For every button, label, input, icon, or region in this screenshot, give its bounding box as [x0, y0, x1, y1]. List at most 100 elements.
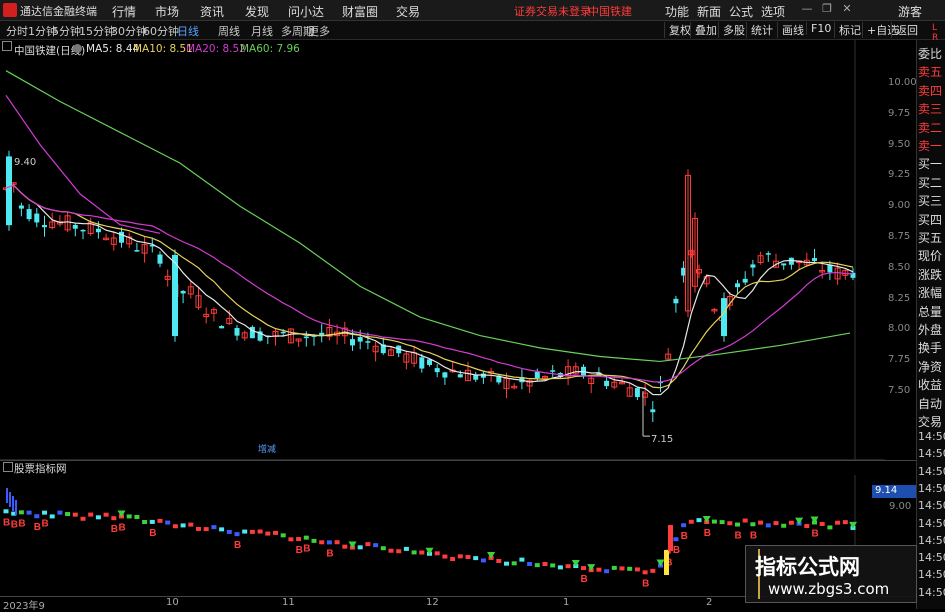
menu-wealth[interactable]: 财富圈 [342, 3, 378, 20]
period-tab-4[interactable]: 30分钟 [111, 23, 147, 39]
price-tick: 9.00 [888, 200, 911, 212]
maximize-icon[interactable]: ❐ [820, 2, 834, 16]
buy-marker: B [234, 540, 241, 551]
toolbar-button-1[interactable]: 叠加 [690, 22, 717, 38]
menu-function[interactable]: 功能 [665, 3, 689, 20]
sidebar-item-7[interactable]: 买二 [918, 174, 942, 191]
candle-body [365, 341, 371, 343]
login-notice[interactable]: 证券交易未登录 [514, 3, 591, 19]
sidebar-item-18[interactable]: 收益 [918, 376, 942, 393]
indicator-collapse-icon[interactable] [3, 462, 13, 472]
menu-options[interactable]: 选项 [761, 3, 785, 20]
toolbar-button-4[interactable]: 画线 [777, 22, 804, 38]
trade-time: 14:50 [918, 533, 945, 547]
indicator-bar [442, 554, 448, 559]
period-tab-2[interactable]: 5分钟 [52, 23, 81, 39]
sell-arrow-icon [571, 559, 580, 567]
menu-discover[interactable]: 发现 [245, 3, 269, 20]
ma10-line [5, 184, 854, 389]
sidebar-item-17[interactable]: 净资 [918, 358, 942, 375]
sidebar-item-8[interactable]: 买三 [918, 192, 942, 209]
indicator-bar [550, 563, 556, 568]
candlestick-chart[interactable] [0, 40, 885, 460]
period-tab-8[interactable]: 月线 [251, 23, 273, 39]
sidebar-item-16[interactable]: 换手 [918, 339, 942, 356]
trade-time: 14:50 [918, 551, 945, 565]
indicator-bar [634, 567, 640, 572]
sidebar-item-11[interactable]: 现价 [918, 247, 942, 264]
toolbar-button-2[interactable]: 多股 [718, 22, 745, 38]
candle-body [18, 205, 24, 209]
indicator-bar [126, 514, 132, 519]
toolbar-button-3[interactable]: 统计 [746, 22, 773, 38]
price-tick: 7.75 [888, 354, 911, 366]
indicator-bar [742, 518, 748, 523]
menu-news[interactable]: 资讯 [200, 3, 224, 20]
sidebar-item-12[interactable]: 涨跌 [918, 266, 942, 283]
event-marker[interactable]: 增减 [258, 442, 276, 455]
indicator-bar [473, 556, 479, 561]
settings-icon[interactable] [73, 44, 82, 53]
chart-collapse-icon[interactable] [2, 41, 12, 51]
indicator-bar [519, 557, 525, 562]
toolbar-button-6[interactable]: 标记 [834, 22, 861, 38]
indicator-tick: 9.00 [889, 501, 912, 512]
toolbar-button-5[interactable]: F10 [806, 22, 831, 35]
date-tick: 10 [166, 597, 179, 608]
guest-button[interactable]: 游客 [898, 3, 922, 20]
sidebar-item-4[interactable]: 卖二 [918, 119, 942, 136]
indicator-name[interactable]: 股票指标网 [14, 461, 67, 476]
menu-trade[interactable]: 交易 [396, 3, 420, 20]
sidebar-item-3[interactable]: 卖三 [918, 100, 942, 117]
menu-quotes[interactable]: 行情 [112, 3, 136, 20]
indicator-bar [219, 527, 225, 532]
date-tick: 11 [282, 597, 295, 608]
buy-marker: B [681, 531, 688, 542]
menu-ask[interactable]: 问小达 [288, 3, 324, 20]
close-icon[interactable]: ✕ [840, 2, 854, 16]
indicator-bar [781, 523, 787, 528]
toolbar-button-8[interactable]: 返回 [891, 22, 918, 38]
period-tab-6[interactable]: 日线 [177, 23, 199, 39]
sidebar-item-19[interactable]: 自动 [918, 395, 942, 412]
candle-body [812, 258, 817, 261]
period-tab-3[interactable]: 15分钟 [79, 23, 115, 39]
sidebar-item-5[interactable]: 卖一 [918, 137, 942, 154]
sidebar-scroll-label[interactable]: L [932, 23, 937, 33]
sidebar-item-15[interactable]: 外盘 [918, 321, 942, 338]
price-tick: 10.00 [888, 77, 917, 88]
indicator-bar [280, 533, 286, 538]
indicator-bar [388, 548, 394, 553]
sidebar-item-14[interactable]: 总量 [918, 303, 942, 320]
price-tick: 8.50 [888, 261, 911, 273]
menu-market[interactable]: 市场 [155, 3, 179, 20]
sidebar-item-0[interactable]: 委比 [918, 45, 942, 62]
sidebar-item-1[interactable]: 卖五 [918, 63, 942, 80]
buy-marker: B [326, 548, 333, 559]
period-tab-0[interactable]: 分时 [6, 23, 28, 39]
indicator-bar [142, 520, 148, 525]
candle-body [172, 254, 178, 337]
sidebar-item-10[interactable]: 买五 [918, 229, 942, 246]
indicator-bar [196, 526, 201, 531]
menu-new-page[interactable]: 新面 [697, 3, 721, 20]
sidebar-item-6[interactable]: 买一 [918, 155, 942, 172]
sidebar-item-9[interactable]: 买四 [918, 211, 942, 228]
sidebar-item-20[interactable]: 交易 [918, 413, 942, 430]
period-tab-7[interactable]: 周线 [218, 23, 240, 39]
low-price-label: 7.15 [651, 434, 674, 445]
sidebar-item-13[interactable]: 涨幅 [918, 284, 942, 301]
sidebar-item-2[interactable]: 卖四 [918, 82, 942, 99]
indicator-bar [380, 546, 386, 551]
minimize-icon[interactable]: — [800, 2, 814, 16]
toolbar-button-0[interactable]: 复权 [664, 22, 691, 38]
period-tab-5[interactable]: 60分钟 [143, 23, 179, 39]
buy-marker: B [296, 545, 303, 556]
indicator-bar [88, 512, 94, 517]
period-tab-10[interactable]: 更多 [308, 23, 330, 39]
menu-formula[interactable]: 公式 [729, 3, 753, 20]
sell-arrow-icon [656, 559, 665, 567]
sidebar-scroll-label[interactable]: R [932, 33, 938, 43]
candle-body [6, 156, 12, 226]
stock-tab[interactable]: 中国铁建 [588, 3, 632, 19]
